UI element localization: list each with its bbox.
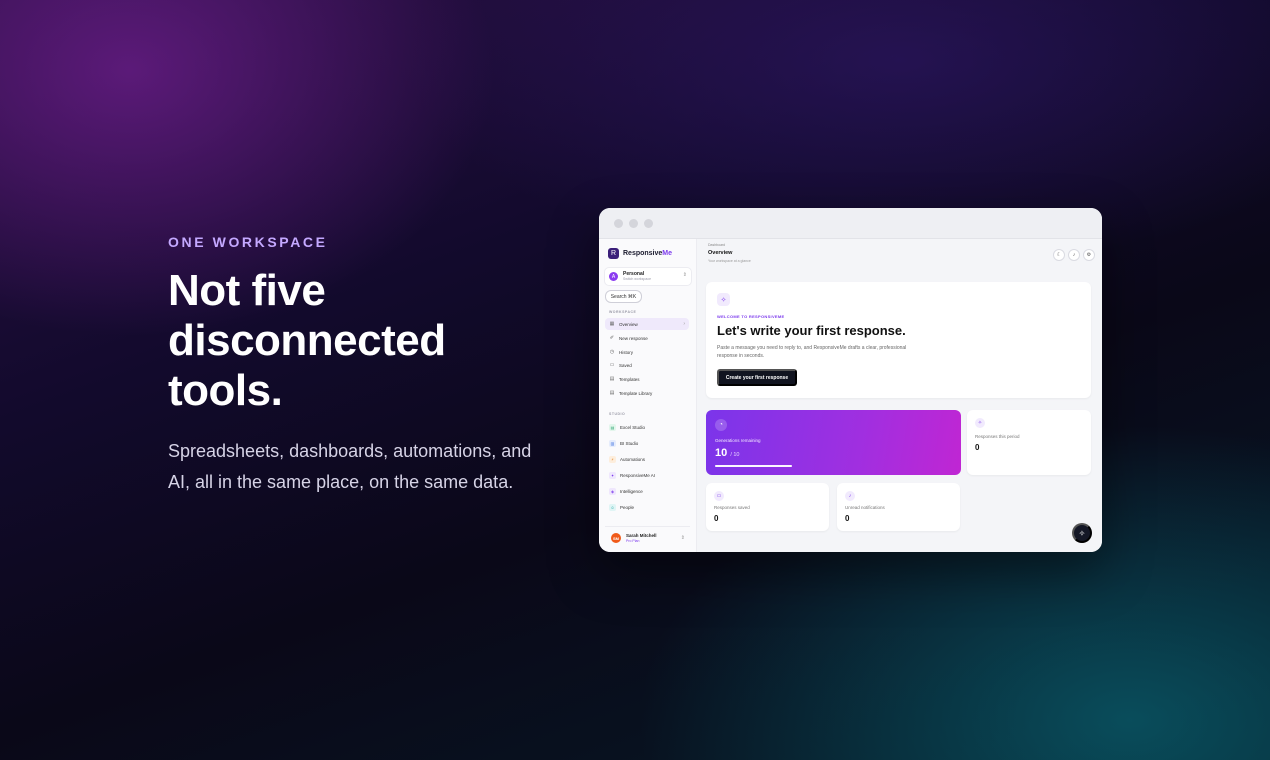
sidebar-item-new-response[interactable]: ✐ New response xyxy=(605,332,689,344)
avatar: SM xyxy=(611,533,621,543)
generations-progress-bar xyxy=(715,465,792,467)
sidebar-item-responsiveme-ai[interactable]: ✦ ResponsiveMe AI xyxy=(605,469,689,481)
brand[interactable]: R ResponsiveMe xyxy=(608,248,672,259)
moon-icon[interactable]: ☾ xyxy=(1053,249,1065,261)
bell-icon[interactable]: ♪ xyxy=(1068,249,1080,261)
welcome-description: Paste a message you need to reply to, an… xyxy=(717,345,907,359)
clock-icon: ◷ xyxy=(609,349,615,355)
people-icon: ☺ xyxy=(609,503,616,511)
hero-headline: Not five disconnected tools. xyxy=(168,266,446,415)
stat-label: Unread notifications xyxy=(845,505,885,510)
bell-icon: ♪ xyxy=(845,491,855,501)
sidebar-item-label: History xyxy=(619,349,634,355)
window-titlebar xyxy=(599,208,1102,239)
hero-subcopy: Spreadsheets, dashboards, automations, a… xyxy=(168,441,532,492)
unread-notifications-card: ♪ Unread notifications 0 xyxy=(837,483,960,531)
stat-label: Responses saved xyxy=(714,505,750,510)
sidebar-item-people[interactable]: ☺ People xyxy=(605,501,689,513)
sidebar-item-label: Overview xyxy=(619,321,638,327)
grid-icon: ▦ xyxy=(609,321,615,327)
gear-icon[interactable]: ⚙ xyxy=(1083,249,1095,261)
sidebar-item-label: Automations xyxy=(620,456,646,462)
sidebar-item-label: New response xyxy=(619,335,648,341)
sidebar-item-overview[interactable]: ▦ Overview › xyxy=(605,318,689,330)
stat-label: Generations remaining xyxy=(715,438,761,443)
breadcrumb[interactable]: Dashboard xyxy=(708,243,725,247)
app-window: R ResponsiveMe A Personal Switch workspa… xyxy=(599,208,1102,552)
pen-icon: ✐ xyxy=(609,335,615,341)
lightning-icon: ⚡ xyxy=(609,455,616,463)
sidebar-item-templates[interactable]: ▤ Templates xyxy=(605,373,689,385)
sidebar-item-excel-studio[interactable]: ▤ Excel Studio xyxy=(605,421,689,433)
stat-value: 0 xyxy=(975,443,980,452)
sidebar-item-label: BI Studio xyxy=(620,440,639,446)
workspace-subtitle: Switch workspace xyxy=(623,277,652,281)
welcome-title: Let's write your first response. xyxy=(717,323,906,338)
stat-value: 10 / 10 xyxy=(715,447,740,459)
sidebar-item-saved[interactable]: ▭ Saved xyxy=(605,359,689,371)
header-actions: ☾ ♪ ⚙ xyxy=(1053,249,1095,261)
gauge-icon: ◔ xyxy=(715,419,727,431)
sidebar-item-label: Templates xyxy=(619,376,640,382)
document-icon: ▤ xyxy=(609,376,615,382)
user-plan: Pro Plan xyxy=(626,539,640,543)
chevron-updown-icon: ⇕ xyxy=(680,535,685,541)
welcome-card: ✧ WELCOME TO RESPONSIVEME Let's write yo… xyxy=(706,282,1091,398)
user-profile[interactable]: SM Sarah Mitchell Pro Plan ⇕ xyxy=(605,526,690,547)
sidebar-item-label: Intelligence xyxy=(620,488,643,494)
workspace-avatar: A xyxy=(609,272,618,281)
brain-icon: ◈ xyxy=(609,487,616,495)
library-icon: ▤ xyxy=(609,390,615,396)
sidebar-item-label: Template Library xyxy=(619,390,653,396)
sparkle-icon: ✦ xyxy=(609,471,616,479)
chevron-updown-icon: ⇕ xyxy=(682,272,687,278)
window-dot-close[interactable] xyxy=(614,219,623,228)
window-dot-minimize[interactable] xyxy=(629,219,638,228)
sidebar-item-label: Saved xyxy=(619,362,632,368)
main-content: Dashboard Overview Your workspace at a g… xyxy=(697,239,1102,552)
section-label-workspace: WORKSPACE xyxy=(609,310,637,314)
section-label-studio: STUDIO xyxy=(609,412,626,416)
sidebar: R ResponsiveMe A Personal Switch workspa… xyxy=(599,239,697,552)
brand-name: ResponsiveMe xyxy=(623,250,673,257)
stat-value: 0 xyxy=(714,514,719,523)
bookmark-icon: ▭ xyxy=(609,362,615,368)
search-button[interactable]: Search ⌘K xyxy=(605,290,642,303)
chevron-right-icon: › xyxy=(683,321,685,327)
sidebar-item-template-library[interactable]: ▤ Template Library xyxy=(605,387,689,399)
stat-label: Responses this period xyxy=(975,434,1020,439)
workspace-switcher[interactable]: A Personal Switch workspace ⇕ xyxy=(604,267,692,286)
hero-section: ONE WORKSPACE Not five disconnected tool… xyxy=(168,234,568,498)
generations-remaining-card: ◔ Generations remaining 10 / 10 xyxy=(706,410,961,475)
responses-saved-card: ▭ Responses saved 0 xyxy=(706,483,829,531)
sidebar-item-history[interactable]: ◷ History xyxy=(605,346,689,358)
hero-eyebrow: ONE WORKSPACE xyxy=(168,234,328,250)
bookmark-icon: ▭ xyxy=(714,491,724,501)
bar-chart-icon: ▥ xyxy=(609,439,616,447)
responses-period-card: ✧ Responses this period 0 xyxy=(967,410,1091,475)
create-first-response-button[interactable]: Create your first response xyxy=(717,369,797,386)
page-subtitle: Your workspace at a glance xyxy=(708,259,751,263)
generations-progress-fill xyxy=(715,465,792,467)
ai-assistant-fab[interactable]: ✧ xyxy=(1072,523,1092,543)
brand-logo-icon: R xyxy=(608,248,619,259)
window-dot-maximize[interactable] xyxy=(644,219,653,228)
sidebar-item-bi-studio[interactable]: ▥ BI Studio xyxy=(605,437,689,449)
sparkle-icon: ✧ xyxy=(975,418,985,428)
stat-value: 0 xyxy=(845,514,850,523)
sidebar-item-label: ResponsiveMe AI xyxy=(620,472,656,478)
sidebar-item-label: Excel Studio xyxy=(620,424,646,430)
user-name: Sarah Mitchell xyxy=(626,533,657,538)
sidebar-item-automations[interactable]: ⚡ Automations xyxy=(605,453,689,465)
sparkle-icon: ✧ xyxy=(717,293,730,306)
sidebar-item-label: People xyxy=(620,504,635,510)
spreadsheet-icon: ▤ xyxy=(609,423,616,431)
welcome-eyebrow: WELCOME TO RESPONSIVEME xyxy=(717,314,785,319)
sidebar-item-intelligence[interactable]: ◈ Intelligence xyxy=(605,485,689,497)
page-title: Overview xyxy=(708,250,733,256)
